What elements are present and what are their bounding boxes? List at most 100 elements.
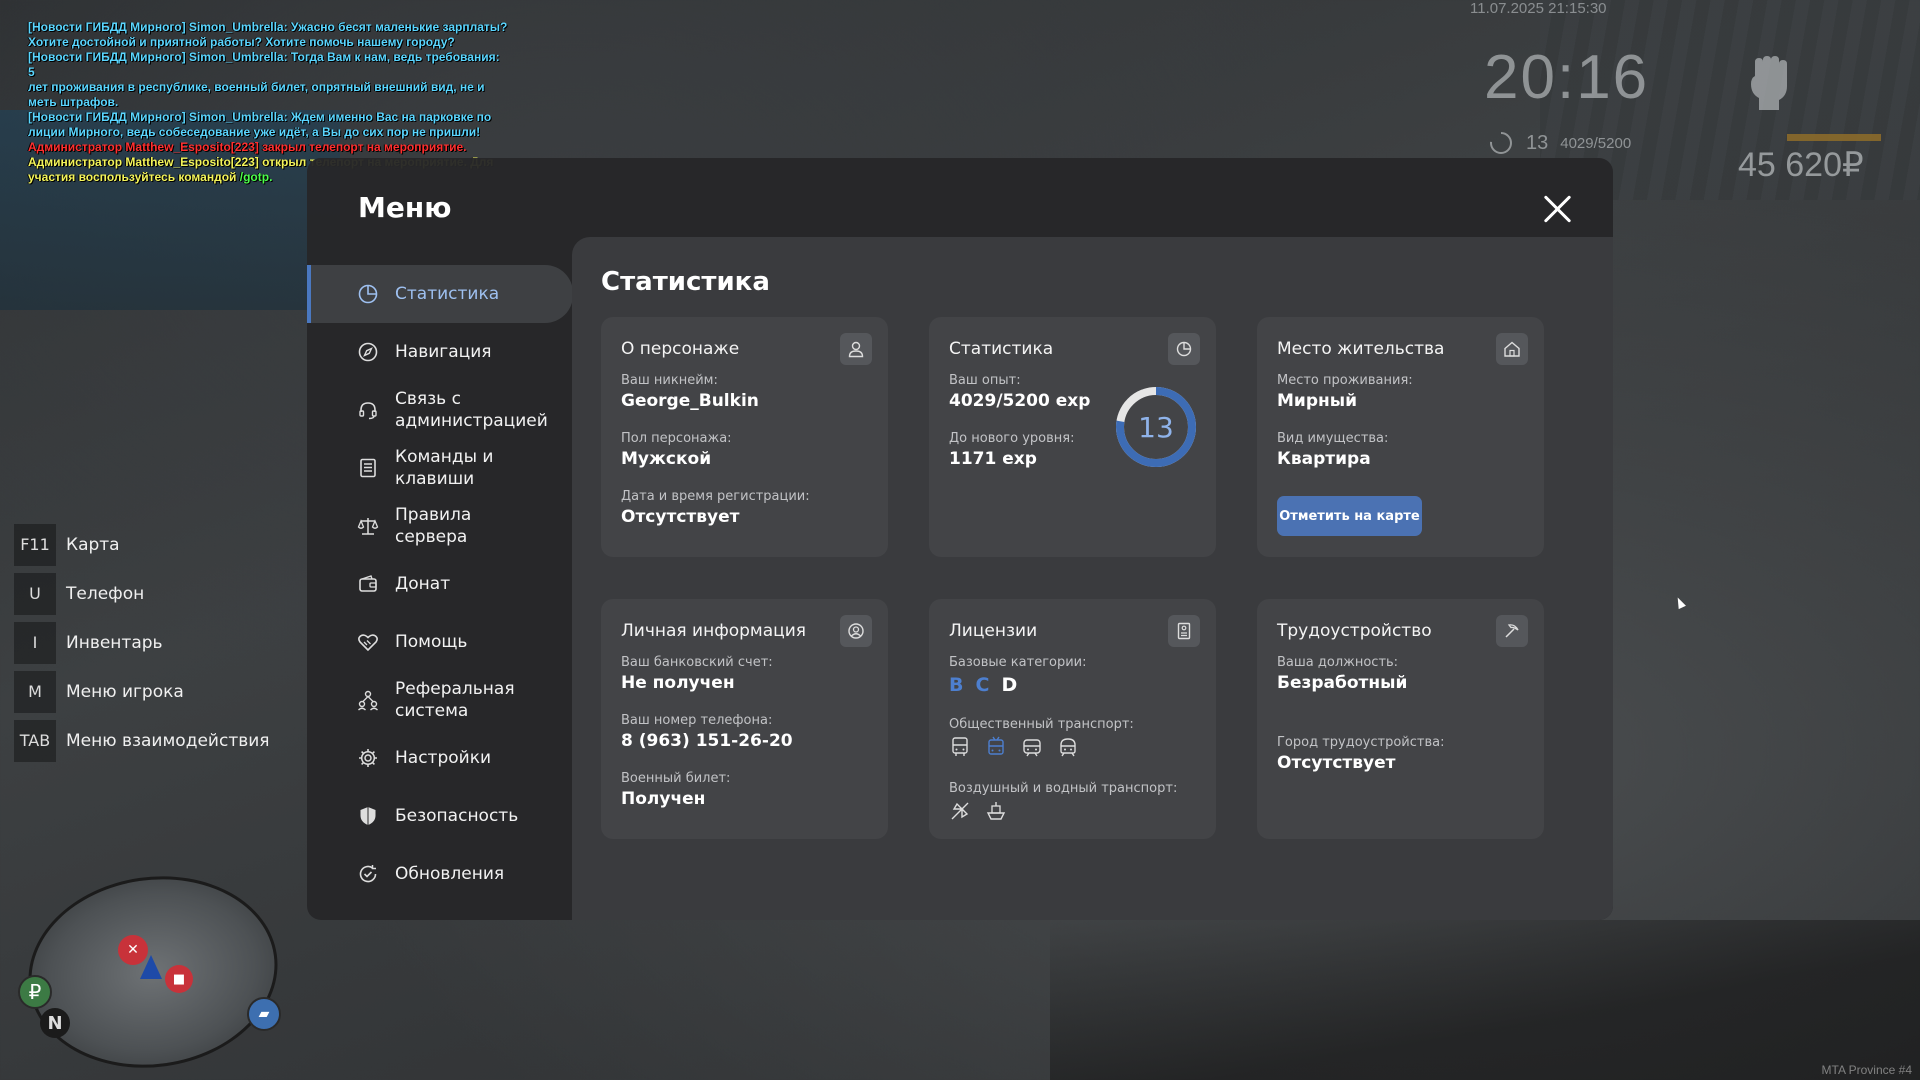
field-label: Дата и время регистрации: <box>621 489 810 504</box>
pie-chart-icon <box>1168 333 1200 365</box>
shield-icon <box>357 805 379 827</box>
phone-value: 8 (963) 151-26-20 <box>621 731 793 751</box>
sidebar-item-label: Безопасность <box>395 806 519 826</box>
hotkey-interaction-menu: TAB Меню взаимодействия <box>14 716 270 765</box>
hud-clock: 20:16 <box>1484 43 1650 112</box>
property-type-value: Квартира <box>1277 449 1371 469</box>
next-level-value: 1171 exp <box>949 449 1037 469</box>
chat-command: /gotp. <box>239 170 273 184</box>
sidebar-item-updates[interactable]: Обновления <box>307 845 573 903</box>
fist-weapon-icon <box>1745 52 1793 112</box>
gear-icon <box>357 747 379 769</box>
field-label: Город трудоустройства: <box>1277 735 1445 750</box>
field-label: Ваш банковский счет: <box>621 655 773 670</box>
field-label: Место проживания: <box>1277 373 1413 388</box>
license-category-d: D <box>1001 674 1018 696</box>
card-title: О персонаже <box>621 339 740 359</box>
chat-line: Администратор Matthew_Esposito[223] закр… <box>28 140 467 154</box>
sidebar-item-help[interactable]: Помощь <box>307 613 573 671</box>
license-categories: B C D <box>949 674 1017 696</box>
air-water-transport-icons <box>949 800 1007 822</box>
field-label: Пол персонажа: <box>621 431 732 446</box>
bank-account-value: Не получен <box>621 673 735 693</box>
wallet-icon <box>357 573 379 595</box>
personal-info-card: Личная информация Ваш банковский счет: Н… <box>601 599 888 839</box>
hotkey-key: M <box>14 670 56 713</box>
card-title: Место жительства <box>1277 339 1445 359</box>
hotkey-key: F11 <box>14 523 56 566</box>
card-title: Личная информация <box>621 621 807 641</box>
chat-line: Хотите достойной и приятной работы? Хоти… <box>28 35 455 49</box>
sidebar-item-statistics[interactable]: Статистика <box>307 265 573 323</box>
sidebar-item-label: Связь с администрацией <box>395 389 548 431</box>
referral-people-icon <box>357 689 379 711</box>
close-icon[interactable] <box>1542 193 1574 225</box>
field-label: Вид имущества: <box>1277 431 1389 446</box>
chat-line: лиции Мирного, ведь собеседование уже ид… <box>28 125 481 139</box>
sidebar-item-admin-contact[interactable]: Связь с администрацией <box>307 381 573 439</box>
residence-card: Место жительства Место проживания: Мирны… <box>1257 317 1544 557</box>
hotkey-key: I <box>14 621 56 664</box>
pie-chart-icon <box>357 283 379 305</box>
hud-hunger-bar <box>1787 134 1881 141</box>
compass-icon <box>357 341 379 363</box>
chat-line: [Новости ГИБДД Мирного] Simon_Umbrella: … <box>28 50 500 79</box>
tram-icon <box>1021 736 1043 758</box>
user-circle-icon <box>840 615 872 647</box>
card-title: Статистика <box>949 339 1054 359</box>
sidebar-item-donate[interactable]: Донат <box>307 555 573 613</box>
hotkey-phone: U Телефон <box>14 569 270 618</box>
hotkey-label: Телефон <box>66 583 145 604</box>
bus-icon <box>949 736 971 758</box>
license-category-b: B <box>949 674 964 696</box>
xp-value: 4029/5200 exp <box>949 391 1091 411</box>
sidebar-item-label: Реферальная система <box>395 679 515 721</box>
minimap-shop-blip-icon: ■ <box>165 965 193 993</box>
field-label: Ваш никнейм: <box>621 373 718 388</box>
card-title: Лицензии <box>949 621 1038 641</box>
headset-icon <box>357 399 379 421</box>
licenses-card: Лицензии Базовые категории: B C D Общест… <box>929 599 1216 839</box>
hotkey-key: TAB <box>14 719 56 762</box>
hotkey-inventory: I Инвентарь <box>14 618 270 667</box>
hotkey-label: Инвентарь <box>66 632 163 653</box>
chat-line: меть штрафов. <box>28 95 119 109</box>
license-document-icon <box>1168 615 1200 647</box>
chat-line: [Новости ГИБДД Мирного] Simon_Umbrella: … <box>28 20 508 34</box>
job-position-value: Безработный <box>1277 673 1408 693</box>
minimap-bank-blip-icon: ₽ <box>18 975 52 1009</box>
user-icon <box>840 333 872 365</box>
sidebar-item-commands[interactable]: Команды и клавиши <box>307 439 573 497</box>
background-road <box>1050 920 1920 1080</box>
card-title: Трудоустройство <box>1277 621 1432 641</box>
hotkey-label: Карта <box>66 534 120 555</box>
sidebar-item-rules[interactable]: Правила сервера <box>307 497 573 555</box>
pickaxe-icon <box>1496 615 1528 647</box>
hotkey-label: Меню взаимодействия <box>66 730 270 751</box>
statistics-panel: Статистика О персонаже Ваш никнейм: Geor… <box>572 237 1613 920</box>
residence-value: Мирный <box>1277 391 1358 411</box>
field-label: Базовые категории: <box>949 655 1087 670</box>
chat-line: [Новости ГИБДД Мирного] Simon_Umbrella: … <box>28 110 492 124</box>
hud-date: 11.07.2025 21:15:30 <box>1470 0 1607 17</box>
mark-on-map-button[interactable]: Отметить на карте <box>1277 496 1422 536</box>
level-ring-icon <box>1490 132 1512 154</box>
field-label: Воздушный и водный транспорт: <box>949 781 1178 796</box>
refresh-check-icon <box>357 863 379 885</box>
sidebar-item-referral[interactable]: Реферальная система <box>307 671 573 729</box>
job-city-value: Отсутствует <box>1277 753 1396 773</box>
field-label: Военный билет: <box>621 771 731 786</box>
sidebar-item-settings[interactable]: Настройки <box>307 729 573 787</box>
sidebar-item-security[interactable]: Безопасность <box>307 787 573 845</box>
document-list-icon <box>357 457 379 479</box>
hud-money: 45 620₽ <box>1738 146 1864 184</box>
registration-value: Отсутствует <box>621 507 740 527</box>
sidebar-item-label: Команды и клавиши <box>395 447 494 489</box>
field-label: Общественный транспорт: <box>949 717 1134 732</box>
sidebar-item-navigation[interactable]: Навигация <box>307 323 573 381</box>
handshake-heart-icon <box>357 631 379 653</box>
hotkey-player-menu: M Меню игрока <box>14 667 270 716</box>
field-label: Ваша должность: <box>1277 655 1399 670</box>
page-title: Статистика <box>601 267 770 297</box>
chat-line: лет проживания в республике, военный бил… <box>28 80 485 94</box>
